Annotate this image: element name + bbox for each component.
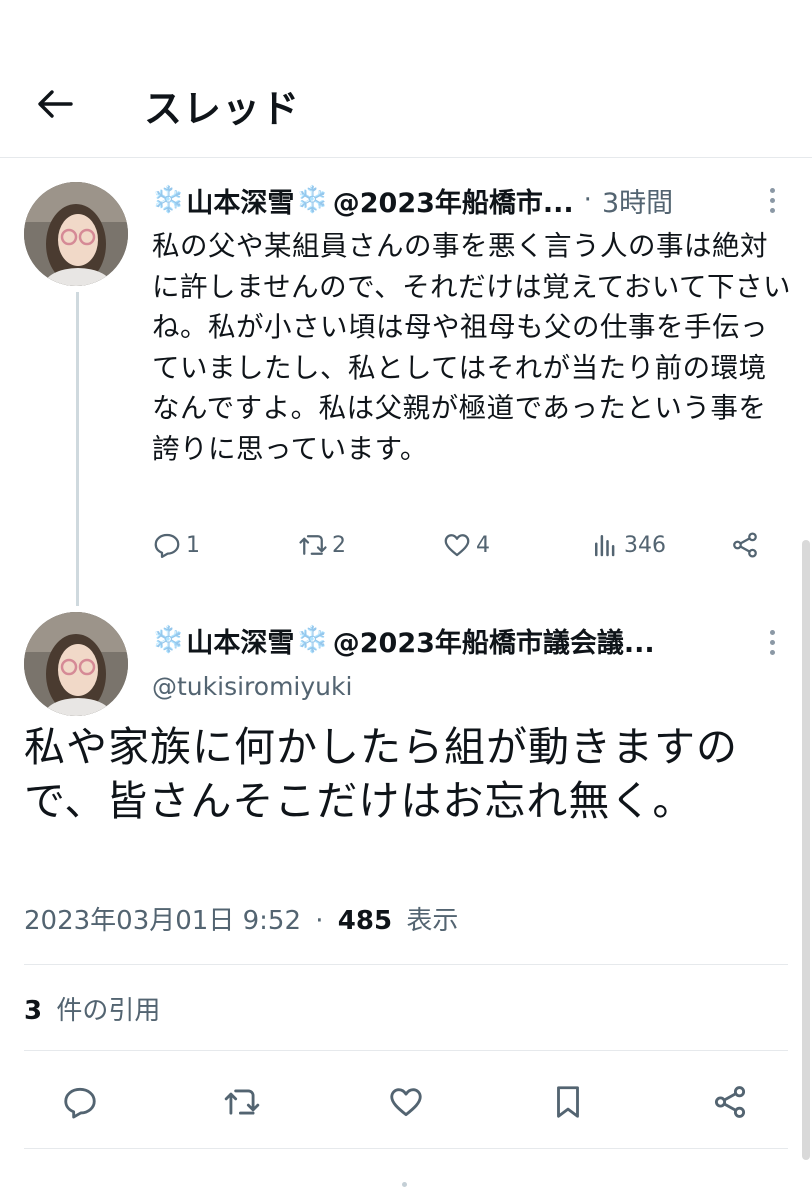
more-options-button[interactable] [760,180,784,220]
quote-count: 3 [24,996,43,1026]
display-name[interactable]: 山本深雪 [186,181,294,220]
tweet-header: ❄️ 山本深雪 ❄️ @2023年船橋市... · 3時間 [152,180,673,220]
reply-button[interactable] [58,1080,102,1124]
bookmark-button[interactable] [546,1080,590,1124]
top-header: スレッド [0,0,812,158]
like-icon [444,534,470,557]
divider [24,1050,788,1051]
retweet-icon [299,535,327,555]
main-tweet-text: 私や家族に何かしたら組が動きますので、皆さんそこだけはお忘れ無く。 [24,723,738,825]
thread-connector [76,292,79,606]
like-icon [390,1088,422,1117]
user-handle[interactable]: @tukisiromiyuki [152,672,352,701]
tweet-timestamp[interactable]: 2023年03月01日 9:52 [24,906,301,936]
views-button[interactable]: 346 [590,530,666,560]
share-button[interactable] [730,530,760,560]
meta-separator: · [583,185,592,215]
snowflake-icon: ❄️ [152,185,185,215]
views-count: 346 [624,532,666,558]
tweet-actions: 1 2 4 346 [152,530,782,566]
reply-button[interactable]: 1 [152,530,200,560]
more-dots-icon [769,629,775,635]
divider [24,964,788,965]
retweet-button[interactable] [220,1080,264,1124]
snowflake-icon: ❄️ [296,185,329,215]
retweet-icon [224,1089,260,1115]
share-button[interactable] [708,1080,752,1124]
avatar-image [24,182,128,286]
avatar[interactable] [24,182,128,286]
retweet-button[interactable]: 2 [298,530,346,560]
share-icon [714,1086,746,1118]
share-icon [733,532,757,558]
avatar[interactable] [24,612,128,716]
like-button[interactable] [384,1080,428,1124]
meta-separator: · [315,906,324,936]
page-indicator-dot [402,1182,407,1187]
user-handle-truncated[interactable]: @2023年船橋市議会議... [333,621,655,660]
like-count: 4 [476,532,490,558]
reply-icon [64,1087,96,1119]
views-count: 485 [337,906,393,936]
quote-label: 件の引用 [56,996,161,1026]
main-tweet-header: ❄️ 山本深雪 ❄️ @2023年船橋市議会議... [152,620,655,660]
back-arrow-icon [38,90,73,118]
quotes-link[interactable]: 3 件の引用 [24,990,160,1027]
divider [24,1148,788,1149]
more-options-button[interactable] [760,622,784,662]
avatar-image [24,612,128,716]
tweet-meta: 2023年03月01日 9:52 · 485 表示 [24,900,458,937]
scrollbar[interactable] [802,540,810,1160]
page-title: スレッド [144,87,301,131]
snowflake-icon: ❄️ [152,625,185,655]
snowflake-icon: ❄️ [296,625,329,655]
reply-count: 1 [186,532,200,558]
reply-icon [154,533,180,558]
back-button[interactable] [30,82,80,126]
display-name[interactable]: 山本深雪 [186,621,294,660]
more-dots-icon [769,187,775,193]
like-button[interactable]: 4 [442,530,490,560]
retweet-count: 2 [332,532,346,558]
tweet-time[interactable]: 3時間 [602,181,673,220]
bookmark-icon [557,1086,579,1118]
tweet-text: 私の父や某組員さんの事を悪く言う人の事は絶対に許しませんので、それだけは覚えてお… [152,230,792,465]
user-handle[interactable]: @2023年船橋市... [333,181,574,220]
views-label: 表示 [406,906,459,936]
views-icon [595,535,615,557]
